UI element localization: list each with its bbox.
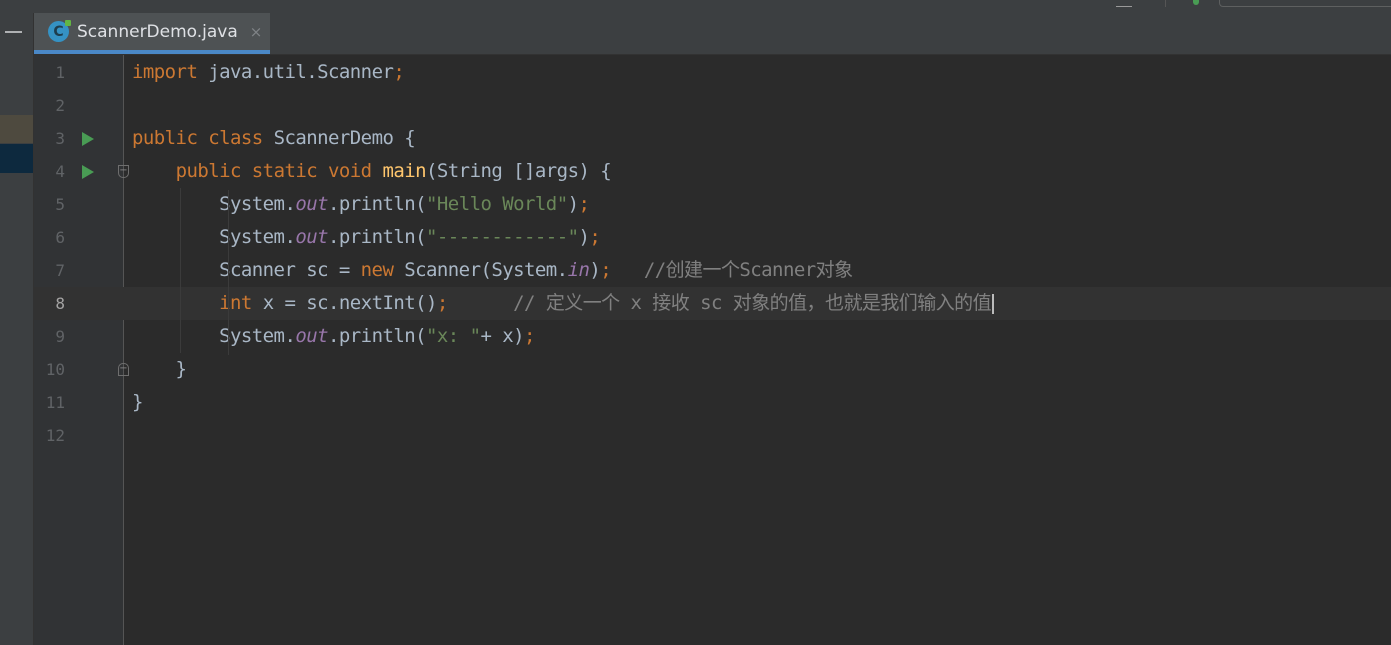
code-token: (String []args) { bbox=[426, 160, 612, 182]
line-number: 11 bbox=[45, 393, 65, 412]
code-token: ; bbox=[578, 193, 590, 215]
code-text[interactable]: } bbox=[132, 353, 187, 386]
toolbar-button[interactable] bbox=[1116, 0, 1132, 7]
code-text[interactable]: int x = sc.nextInt(); // 定义一个 x 接收 sc 对象… bbox=[132, 287, 995, 320]
code-line[interactable]: 8 int x = sc.nextInt(); // 定义一个 x 接收 sc … bbox=[34, 287, 1391, 320]
code-token: ; bbox=[589, 226, 601, 248]
code-token: ; bbox=[600, 259, 612, 281]
code-token: Scanner sc = bbox=[132, 259, 361, 281]
indent-guide bbox=[228, 190, 229, 355]
code-token: .println( bbox=[328, 193, 427, 215]
code-token: .println( bbox=[328, 325, 427, 347]
code-text[interactable]: } bbox=[132, 386, 143, 419]
code-token: System. bbox=[132, 193, 296, 215]
code-token: ) bbox=[578, 226, 590, 248]
code-token: "------------" bbox=[426, 226, 579, 248]
code-token: System. bbox=[132, 226, 296, 248]
line-number: 7 bbox=[55, 261, 65, 280]
code-token: .println( bbox=[328, 226, 427, 248]
code-token: out bbox=[295, 193, 329, 215]
line-number: 1 bbox=[55, 63, 65, 82]
code-token: ; bbox=[436, 292, 448, 314]
line-number: 2 bbox=[55, 96, 65, 115]
run-gutter-icon[interactable] bbox=[82, 165, 94, 179]
code-token: main bbox=[382, 160, 427, 182]
code-line[interactable]: 9 System.out.println("x: "+ x); bbox=[34, 320, 1391, 353]
code-token: } bbox=[132, 391, 143, 413]
code-line[interactable]: 5 System.out.println("Hello World"); bbox=[34, 188, 1391, 221]
code-line[interactable]: 2 bbox=[34, 89, 1391, 122]
code-text[interactable]: public static void main(String []args) { bbox=[132, 155, 612, 188]
code-line[interactable]: 6 System.out.println("------------"); bbox=[34, 221, 1391, 254]
run-gutter-icon[interactable] bbox=[82, 132, 94, 146]
editor-tab-bar: C ScannerDemo.java × bbox=[34, 13, 1391, 55]
code-token: public class bbox=[132, 127, 274, 149]
tab-label: ScannerDemo.java bbox=[77, 21, 238, 42]
code-line[interactable]: 4 − public static void main(String []args… bbox=[34, 155, 1391, 188]
code-text[interactable]: System.out.println("Hello World"); bbox=[132, 188, 590, 221]
line-number: 10 bbox=[45, 360, 65, 379]
code-line[interactable]: 1 import java.util.Scanner; bbox=[34, 56, 1391, 89]
code-token: } bbox=[132, 358, 187, 380]
line-number: 9 bbox=[55, 327, 65, 346]
code-token: ) bbox=[567, 193, 579, 215]
code-line[interactable]: 10 − } bbox=[34, 353, 1391, 386]
code-text[interactable]: System.out.println("x: "+ x); bbox=[132, 320, 535, 353]
code-line[interactable]: 12 bbox=[34, 419, 1391, 452]
code-token: int bbox=[219, 292, 263, 314]
code-token: ) bbox=[589, 259, 601, 281]
java-class-icon: C bbox=[48, 20, 71, 42]
code-token: public static void bbox=[175, 160, 383, 182]
code-token: out bbox=[295, 325, 329, 347]
code-token: java.util.Scanner bbox=[208, 61, 394, 83]
code-token: // 定义一个 x 接收 sc 对象的值，也就是我们输入的值 bbox=[513, 292, 992, 314]
run-button-icon[interactable] bbox=[1193, 0, 1199, 5]
fold-marker-icon[interactable]: − bbox=[118, 165, 129, 178]
code-token: //创建一个Scanner对象 bbox=[643, 259, 853, 281]
line-number: 3 bbox=[55, 129, 65, 148]
code-line[interactable]: 3 public class ScannerDemo { bbox=[34, 122, 1391, 155]
code-line[interactable]: 7 Scanner sc = new Scanner(System.in); /… bbox=[34, 254, 1391, 287]
code-line[interactable]: 11} bbox=[34, 386, 1391, 419]
text-caret bbox=[992, 293, 995, 314]
code-token: System. bbox=[132, 325, 296, 347]
code-token: x = sc.nextInt() bbox=[262, 292, 438, 314]
close-icon[interactable]: × bbox=[250, 23, 263, 41]
code-token: new bbox=[360, 259, 405, 281]
code-token: ; bbox=[524, 325, 535, 347]
code-token: + x) bbox=[480, 325, 525, 347]
code-text[interactable]: public class ScannerDemo { bbox=[132, 122, 416, 155]
project-tree-highlight-row[interactable] bbox=[0, 115, 33, 143]
project-tree-selected-row[interactable] bbox=[0, 144, 33, 173]
code-token: "x: " bbox=[426, 325, 481, 347]
code-text[interactable]: System.out.println("------------"); bbox=[132, 221, 601, 254]
tab-scannerdemo-java[interactable]: C ScannerDemo.java × bbox=[34, 13, 270, 54]
code-text[interactable]: import java.util.Scanner; bbox=[132, 56, 405, 89]
line-number: 8 bbox=[55, 294, 65, 313]
code-token: Scanner(System. bbox=[404, 259, 568, 281]
run-configuration-selector[interactable] bbox=[1219, 0, 1391, 7]
code-text[interactable]: Scanner sc = new Scanner(System.in); //创… bbox=[132, 254, 853, 287]
toolbar-separator bbox=[1165, 0, 1166, 7]
code-token: import bbox=[132, 61, 209, 83]
line-number: 12 bbox=[45, 426, 65, 445]
line-number: 5 bbox=[55, 195, 65, 214]
top-toolbar bbox=[0, 0, 1391, 14]
fold-marker-icon[interactable]: − bbox=[118, 363, 129, 376]
line-number: 6 bbox=[55, 228, 65, 247]
collapse-icon[interactable] bbox=[5, 31, 22, 33]
code-token: "Hello World" bbox=[426, 193, 568, 215]
line-number: 4 bbox=[55, 162, 65, 181]
code-token: ; bbox=[393, 61, 405, 83]
indent-guide bbox=[180, 188, 181, 353]
code-token: in bbox=[567, 259, 590, 281]
project-tool-strip bbox=[0, 13, 34, 645]
code-token: ScannerDemo { bbox=[273, 127, 416, 149]
code-token: out bbox=[295, 226, 329, 248]
